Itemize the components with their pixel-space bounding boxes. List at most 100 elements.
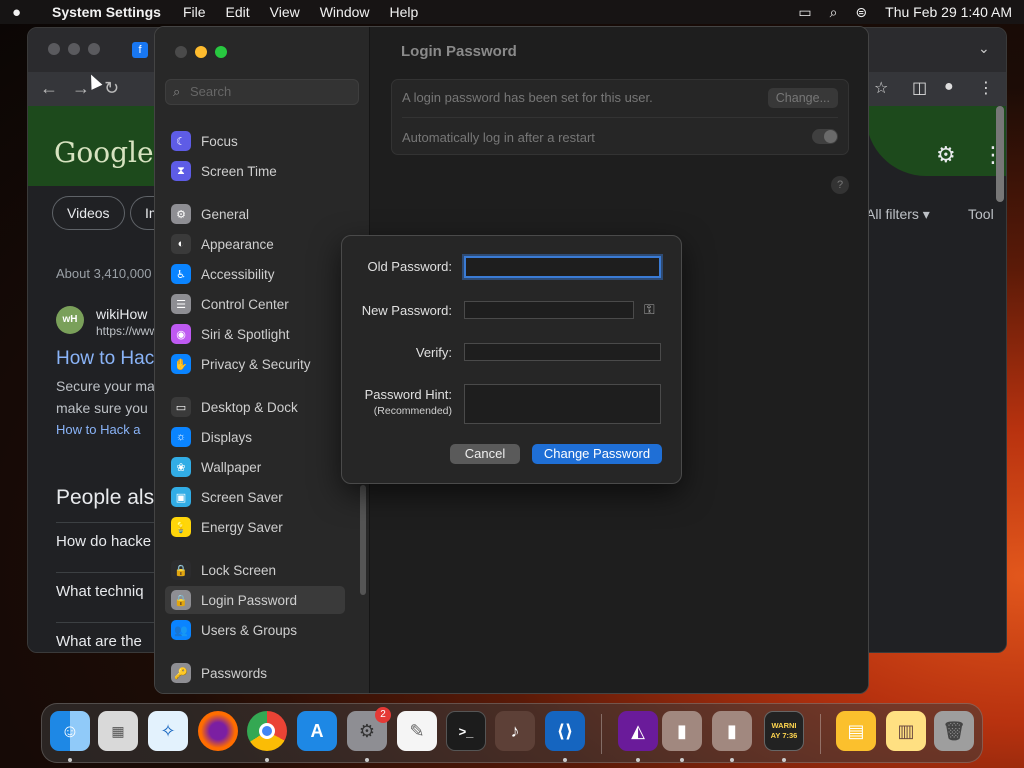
- app-store-icon[interactable]: A: [297, 711, 337, 751]
- menu-window[interactable]: Window: [320, 4, 370, 20]
- control-center-menu-icon[interactable]: ⊜: [855, 4, 867, 21]
- paa-question[interactable]: How do hacke: [56, 522, 156, 550]
- app-menu[interactable]: System Settings: [52, 4, 161, 20]
- side-panel-icon[interactable]: ◫: [912, 78, 927, 98]
- bookmark-star-icon[interactable]: ☆: [874, 78, 888, 98]
- downloads-stack-icon[interactable]: ▤: [836, 711, 876, 751]
- wallpaper-icon: ❀: [171, 457, 191, 477]
- login-password-group: A login password has been set for this u…: [391, 79, 849, 155]
- system-settings-icon[interactable]: ⚙ 2: [347, 707, 391, 751]
- finder-icon[interactable]: ☺: [50, 711, 90, 751]
- menu-edit[interactable]: Edit: [226, 4, 250, 20]
- browser-menu-icon[interactable]: ⋮: [978, 78, 994, 98]
- settings-search-field[interactable]: ⌕ Search: [165, 79, 359, 105]
- apple-menu-icon[interactable]: ●: [12, 4, 30, 21]
- change-password-button[interactable]: Change...: [767, 88, 838, 108]
- browser-scrollbar[interactable]: [996, 106, 1004, 202]
- documents-stack-icon[interactable]: ▥: [886, 711, 926, 751]
- menu-view[interactable]: View: [270, 4, 300, 20]
- old-password-field[interactable]: [464, 256, 661, 278]
- tab-videos[interactable]: Videos: [52, 196, 125, 230]
- firefox-icon[interactable]: [198, 711, 238, 751]
- sidebar-item-general[interactable]: ⚙ General: [165, 200, 345, 228]
- safari-icon[interactable]: ✧: [148, 711, 188, 751]
- sidebar-item-wallpaper[interactable]: ❀ Wallpaper: [165, 453, 345, 481]
- textedit-icon[interactable]: ✎: [397, 711, 437, 751]
- profile-icon[interactable]: ●: [944, 78, 954, 96]
- google-logo[interactable]: Google: [54, 136, 154, 169]
- siri-icon: ◉: [171, 324, 191, 344]
- tools-button[interactable]: Tool: [968, 206, 994, 222]
- sidebar-item-passwords[interactable]: 🔑 Passwords: [165, 659, 345, 687]
- bulb-icon: 💡: [171, 517, 191, 537]
- reload-icon[interactable]: ↻: [104, 78, 119, 99]
- google-doodle[interactable]: Google: [28, 106, 158, 186]
- spotlight-icon[interactable]: ⌕: [830, 4, 838, 21]
- change-password-submit-button[interactable]: Change Password: [532, 444, 662, 464]
- sidebar-item-privacy-security[interactable]: ✋ Privacy & Security: [165, 350, 345, 378]
- sidebar-item-displays[interactable]: ☼ Displays: [165, 423, 345, 451]
- password-assistant-key-icon[interactable]: ⚿: [644, 301, 655, 318]
- browser-zoom-button[interactable]: [88, 43, 100, 55]
- browser-minimize-button[interactable]: [68, 43, 80, 55]
- instruments-icon[interactable]: ♪: [495, 711, 535, 751]
- affinity-photo-icon[interactable]: ◭: [618, 711, 658, 751]
- installer-package-icon[interactable]: ▮: [712, 711, 752, 751]
- search-settings-gear-icon[interactable]: ⚙: [936, 142, 956, 168]
- affinity-running-dot: [636, 758, 640, 762]
- menu-file[interactable]: File: [183, 4, 206, 20]
- sidebar-item-screen-time[interactable]: ⧗ Screen Time: [165, 157, 345, 185]
- sidebar-item-label: Privacy & Security: [201, 356, 311, 372]
- window-close-button[interactable]: [175, 46, 187, 58]
- installer-package-icon[interactable]: ▮: [662, 711, 702, 751]
- menubar-clock[interactable]: Thu Feb 29 1:40 AM: [885, 4, 1012, 20]
- sidebar-item-focus[interactable]: ☾ Focus: [165, 127, 345, 155]
- menu-bar: ● System Settings File Edit View Window …: [0, 0, 1024, 24]
- sidebar-item-siri-spotlight[interactable]: ◉ Siri & Spotlight: [165, 320, 345, 348]
- sidebar-scrollbar[interactable]: [360, 485, 366, 595]
- group-divider: [402, 117, 838, 118]
- back-icon[interactable]: ←: [40, 78, 58, 99]
- paa-question[interactable]: What techniq: [56, 572, 156, 600]
- trash-icon[interactable]: 🗑: [934, 711, 974, 751]
- vscode-icon[interactable]: ⟨⟩: [545, 711, 585, 751]
- sidebar-item-desktop-dock[interactable]: ▭ Desktop & Dock: [165, 393, 345, 421]
- result-snippet-line-1: Secure your ma: [56, 378, 154, 394]
- auto-login-toggle[interactable]: [812, 129, 838, 144]
- sidebar-item-users-groups[interactable]: 👥 Users & Groups: [165, 616, 345, 644]
- new-password-field[interactable]: [464, 301, 634, 319]
- sidebar-item-lock-screen[interactable]: 🔒 Lock Screen: [165, 556, 345, 584]
- password-hint-field[interactable]: [464, 384, 661, 424]
- verify-password-field[interactable]: [464, 343, 661, 361]
- console-icon[interactable]: WARNI AY 7:36: [764, 711, 804, 751]
- window-zoom-button[interactable]: [215, 46, 227, 58]
- sidebar-item-screen-saver[interactable]: ▣ Screen Saver: [165, 483, 345, 511]
- window-minimize-button[interactable]: [195, 46, 207, 58]
- result-title-link[interactable]: How to Hack: [56, 348, 156, 370]
- search-icon: ⌕: [173, 84, 181, 99]
- menu-help[interactable]: Help: [390, 4, 419, 20]
- launchpad-icon[interactable]: ▦: [98, 711, 138, 751]
- terminal-icon[interactable]: >_: [446, 711, 486, 751]
- users-icon: 👥: [171, 620, 191, 640]
- result-count: About 3,410,000: [56, 266, 152, 281]
- people-also-ask-heading: People als: [56, 486, 155, 509]
- sidebar-item-energy-saver[interactable]: 💡 Energy Saver: [165, 513, 345, 541]
- paa-question[interactable]: What are the: [56, 622, 156, 652]
- tab-list-chevron-icon[interactable]: ⌄: [978, 40, 990, 57]
- sidebar-item-appearance[interactable]: ◐ Appearance: [165, 230, 345, 258]
- result-site-url[interactable]: https://www: [96, 324, 156, 338]
- screen-mirroring-icon[interactable]: ▭: [798, 4, 811, 21]
- help-button[interactable]: ?: [831, 176, 849, 194]
- result-sublink[interactable]: How to Hack a: [56, 422, 154, 437]
- all-filters-button[interactable]: All filters ▾: [866, 206, 930, 223]
- result-site-name[interactable]: wikiHow: [96, 306, 147, 322]
- chrome-icon[interactable]: [247, 711, 287, 751]
- all-filters-label: All filters: [866, 206, 919, 222]
- sidebar-item-control-center[interactable]: ☰ Control Center: [165, 290, 345, 318]
- sidebar-item-accessibility[interactable]: ♿ Accessibility: [165, 260, 345, 288]
- facebook-tab-icon[interactable]: f: [132, 42, 148, 58]
- browser-close-button[interactable]: [48, 43, 60, 55]
- cancel-button[interactable]: Cancel: [450, 444, 520, 464]
- sidebar-item-login-password[interactable]: 🔒 Login Password: [165, 586, 345, 614]
